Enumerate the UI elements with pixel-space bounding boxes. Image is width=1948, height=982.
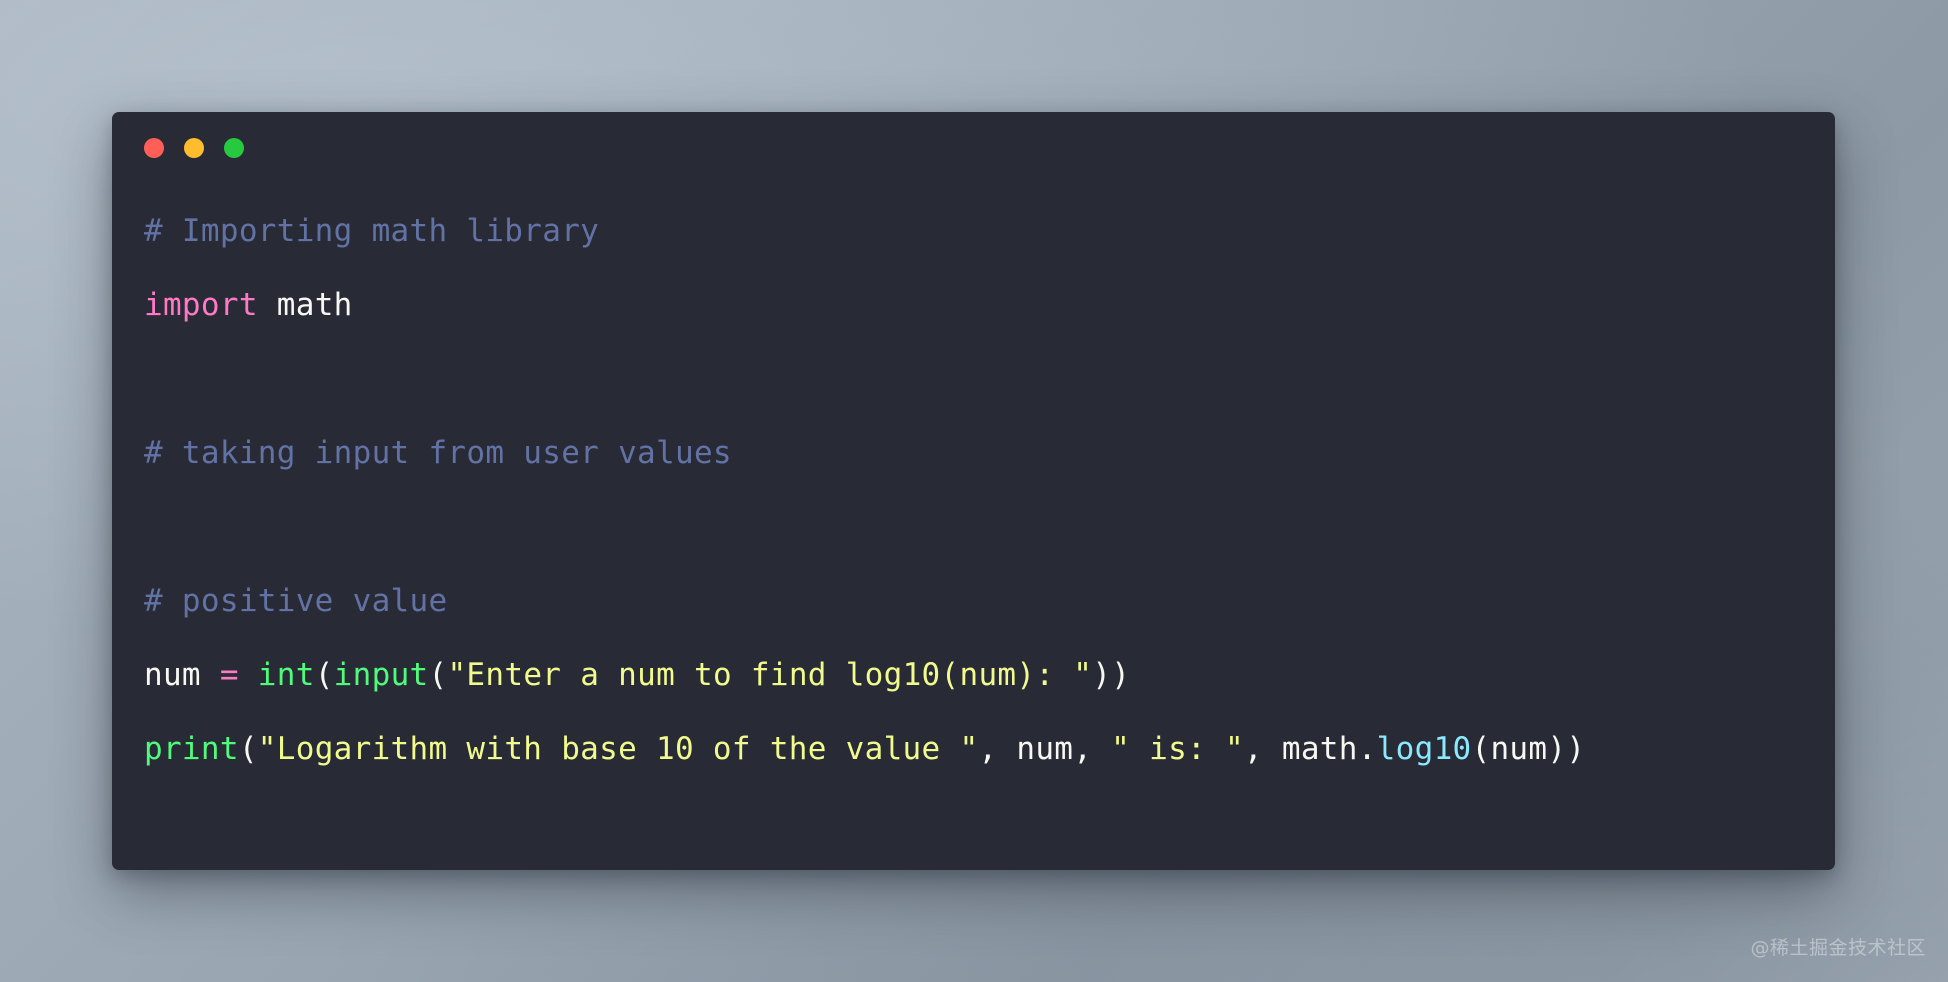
code-token-string: "Enter a num to find log10(num): " [447, 657, 1093, 693]
code-token-function: int [257, 657, 315, 693]
code-token-keyword: import [144, 287, 258, 323]
code-token-function: input [333, 657, 429, 693]
code-token-function: print [144, 731, 239, 767]
code-token-comment: # taking input from user values [144, 435, 732, 471]
code-token-plain: ( [428, 657, 448, 693]
code-token-operator: = [219, 657, 239, 693]
code-token-string: " is: " [1111, 731, 1244, 767]
code-line: # positive value [144, 564, 1811, 638]
code-token-plain: , num, [978, 731, 1112, 767]
code-token-plain: ( [238, 731, 258, 767]
code-line: import math [144, 268, 1811, 342]
code-token-plain: ( [314, 657, 334, 693]
code-token-comment: # positive value [144, 583, 448, 619]
maximize-button-icon[interactable] [224, 138, 244, 158]
code-token-plain: , math. [1243, 731, 1377, 767]
watermark-text: @稀土掘金技术社区 [1750, 937, 1926, 959]
window-titlebar [144, 138, 244, 158]
code-line: print("Logarithm with base 10 of the val… [144, 712, 1811, 786]
code-token-string: "Logarithm with base 10 of the value " [257, 731, 979, 767]
code-token-plain: )) [1092, 657, 1131, 693]
code-token-plain: num [144, 657, 220, 693]
code-line: # taking input from user values [144, 416, 1811, 490]
code-token-comment: # Importing math library [144, 213, 600, 249]
code-editor-content[interactable]: # Importing math library import math # ta… [144, 194, 1811, 786]
code-line: num = int(input("Enter a num to find log… [144, 638, 1811, 712]
code-line: # Importing math library [144, 194, 1811, 268]
code-token-method: log10 [1376, 731, 1472, 767]
code-token-plain: (num)) [1471, 731, 1586, 767]
minimize-button-icon[interactable] [184, 138, 204, 158]
code-snippet-window: # Importing math library import math # ta… [112, 112, 1835, 870]
code-token-plain: math [257, 287, 353, 323]
close-button-icon[interactable] [144, 138, 164, 158]
